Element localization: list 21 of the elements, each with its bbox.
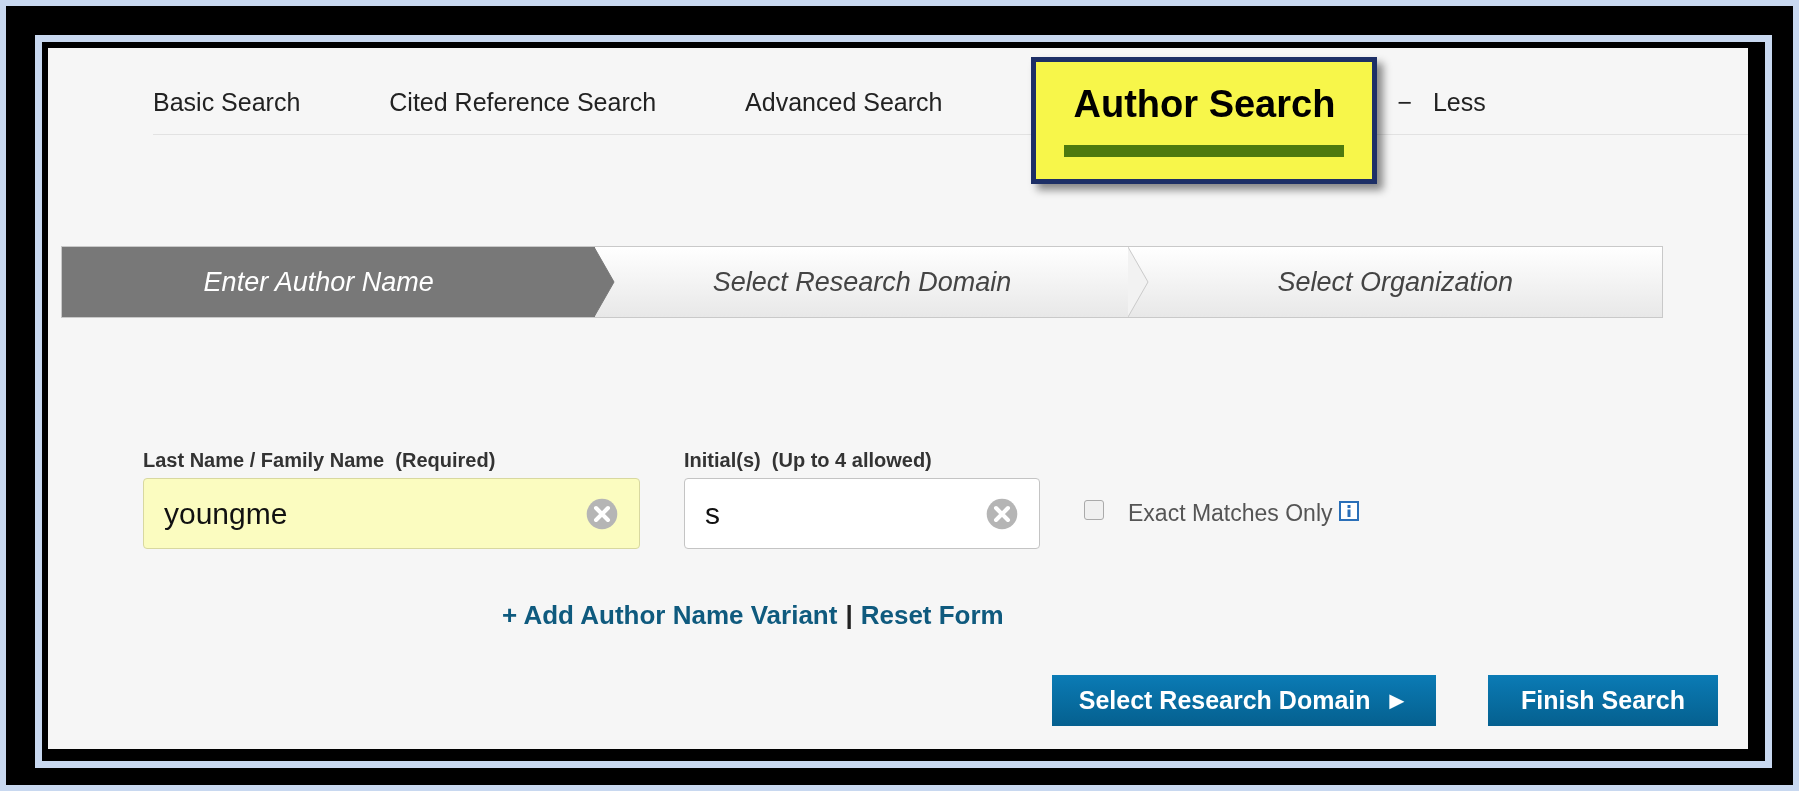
tab[interactable]: Cited Reference Search (389, 84, 657, 122)
text-field[interactable]: youngme (143, 478, 640, 549)
add-variant-link[interactable]: + Add Author Name Variant (502, 596, 838, 635)
field-label: Initial(s) (Up to 4 allowed) (684, 448, 933, 473)
action-button[interactable]: Finish Search (1488, 675, 1718, 726)
step-arrow (594, 247, 616, 317)
action-button[interactable]: Select Research Domain ► (1052, 675, 1436, 726)
tab[interactable]: Basic Search (153, 84, 301, 122)
less-toggle[interactable]: − Less (1397, 84, 1486, 122)
tab[interactable]: Advanced Search (745, 84, 943, 122)
field-label: Last Name / Family Name (Required) (143, 448, 497, 473)
wizard-step: Select Organization (1128, 247, 1662, 317)
clear-icon[interactable] (585, 496, 619, 531)
info-icon[interactable] (1338, 500, 1359, 521)
tab[interactable]: Author Search (1031, 57, 1378, 184)
reset-form-link[interactable]: Reset Form (860, 596, 1004, 635)
clear-icon[interactable] (985, 496, 1019, 531)
link-separator: | (845, 599, 853, 632)
checkbox[interactable] (1084, 499, 1104, 520)
text-field[interactable]: s (684, 478, 1040, 549)
checkbox-label: Exact Matches Only (1128, 499, 1333, 529)
